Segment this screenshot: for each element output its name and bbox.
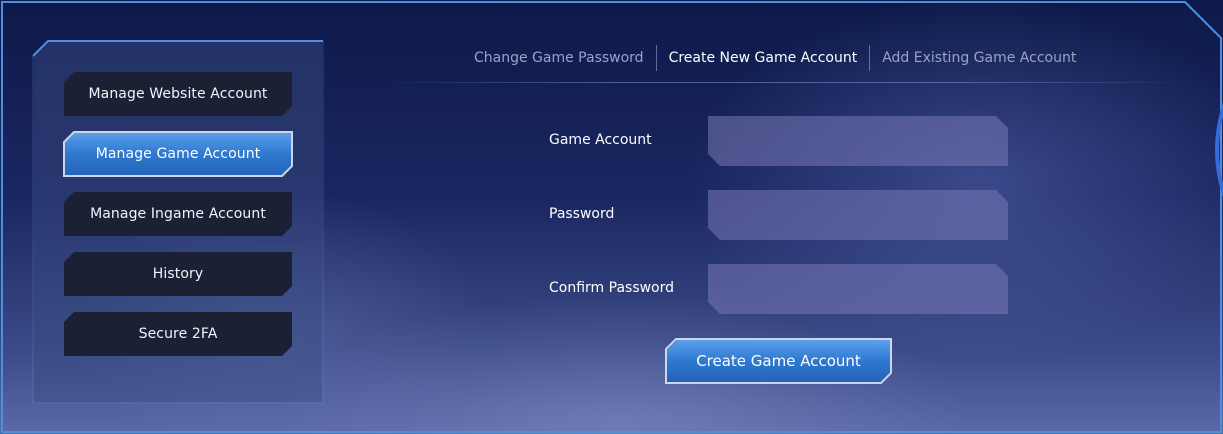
confirm-password-label: Confirm Password: [549, 280, 675, 296]
sidebar-item-label: Manage Ingame Account: [90, 206, 266, 222]
password-input[interactable]: [708, 190, 1008, 240]
tab-bar: Change Game Password Create New Game Acc…: [462, 44, 1088, 72]
sidebar-item-manage-website-account[interactable]: Manage Website Account: [64, 72, 292, 116]
sidebar-item-label: Manage Website Account: [88, 86, 268, 102]
tab-underline: [380, 82, 1190, 83]
password-label: Password: [549, 206, 615, 222]
game-account-label: Game Account: [549, 132, 652, 148]
sidebar-item-history[interactable]: History: [64, 252, 292, 296]
game-account-input[interactable]: [708, 116, 1008, 166]
decorative-arc: [1215, 102, 1223, 198]
tab-add-existing-game-account[interactable]: Add Existing Game Account: [870, 45, 1088, 71]
tab-change-game-password[interactable]: Change Game Password: [462, 45, 656, 71]
create-game-account-button[interactable]: Create Game Account: [667, 340, 890, 382]
tab-create-new-game-account[interactable]: Create New Game Account: [657, 45, 870, 71]
sidebar-item-manage-ingame-account[interactable]: Manage Ingame Account: [64, 192, 292, 236]
confirm-password-input[interactable]: [708, 264, 1008, 314]
sidebar-item-secure-2fa[interactable]: Secure 2FA: [64, 312, 292, 356]
sidebar-item-manage-game-account[interactable]: Manage Game Account: [64, 132, 292, 176]
main-frame: Manage Website Account Manage Game Accou…: [0, 0, 1223, 434]
create-game-account-button-label: Create Game Account: [696, 352, 861, 370]
sidebar-item-label: Manage Game Account: [95, 146, 261, 162]
sidebar-item-label: History: [152, 266, 204, 282]
sidebar-item-label: Secure 2FA: [138, 326, 218, 342]
